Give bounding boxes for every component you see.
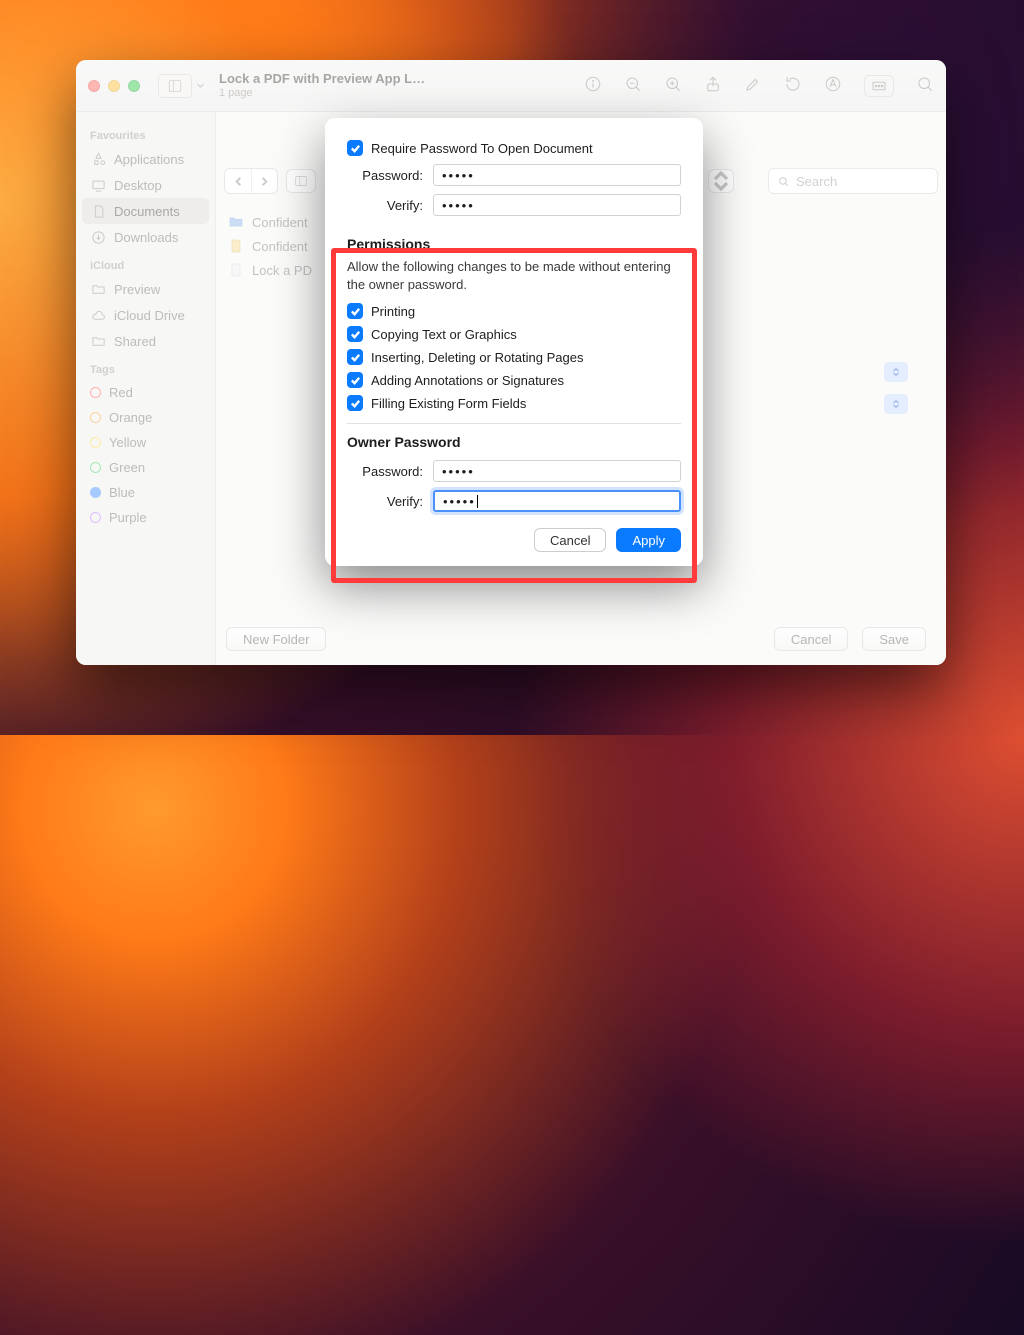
perm-copying-checkbox[interactable]: [347, 326, 363, 342]
dialog-apply-button[interactable]: Apply: [616, 528, 681, 552]
perm-annotations-checkbox[interactable]: [347, 372, 363, 388]
perm-label: Adding Annotations or Signatures: [371, 373, 564, 388]
perm-printing-checkbox[interactable]: [347, 303, 363, 319]
perm-label: Printing: [371, 304, 415, 319]
owner-password-header: Owner Password: [347, 434, 681, 450]
owner-verify-field[interactable]: •••••: [433, 490, 681, 512]
perm-label: Filling Existing Form Fields: [371, 396, 526, 411]
open-password-field[interactable]: •••••: [433, 164, 681, 186]
perm-label: Copying Text or Graphics: [371, 327, 517, 342]
verify-label: Verify:: [347, 494, 423, 509]
password-label: Password:: [347, 168, 423, 183]
permissions-header: Permissions: [347, 236, 681, 252]
text-cursor: [477, 495, 478, 508]
owner-password-field[interactable]: •••••: [433, 460, 681, 482]
pdf-security-dialog: Require Password To Open Document Passwo…: [325, 118, 703, 566]
divider: [347, 423, 681, 424]
require-password-checkbox[interactable]: [347, 140, 363, 156]
open-verify-field[interactable]: •••••: [433, 194, 681, 216]
password-label: Password:: [347, 464, 423, 479]
perm-formfields-checkbox[interactable]: [347, 395, 363, 411]
perm-pages-checkbox[interactable]: [347, 349, 363, 365]
permissions-list: Printing Copying Text or Graphics Insert…: [347, 303, 681, 411]
require-password-label: Require Password To Open Document: [371, 141, 593, 156]
verify-label: Verify:: [347, 198, 423, 213]
dialog-cancel-button[interactable]: Cancel: [534, 528, 606, 552]
permissions-subtext: Allow the following changes to be made w…: [347, 258, 681, 293]
perm-label: Inserting, Deleting or Rotating Pages: [371, 350, 583, 365]
